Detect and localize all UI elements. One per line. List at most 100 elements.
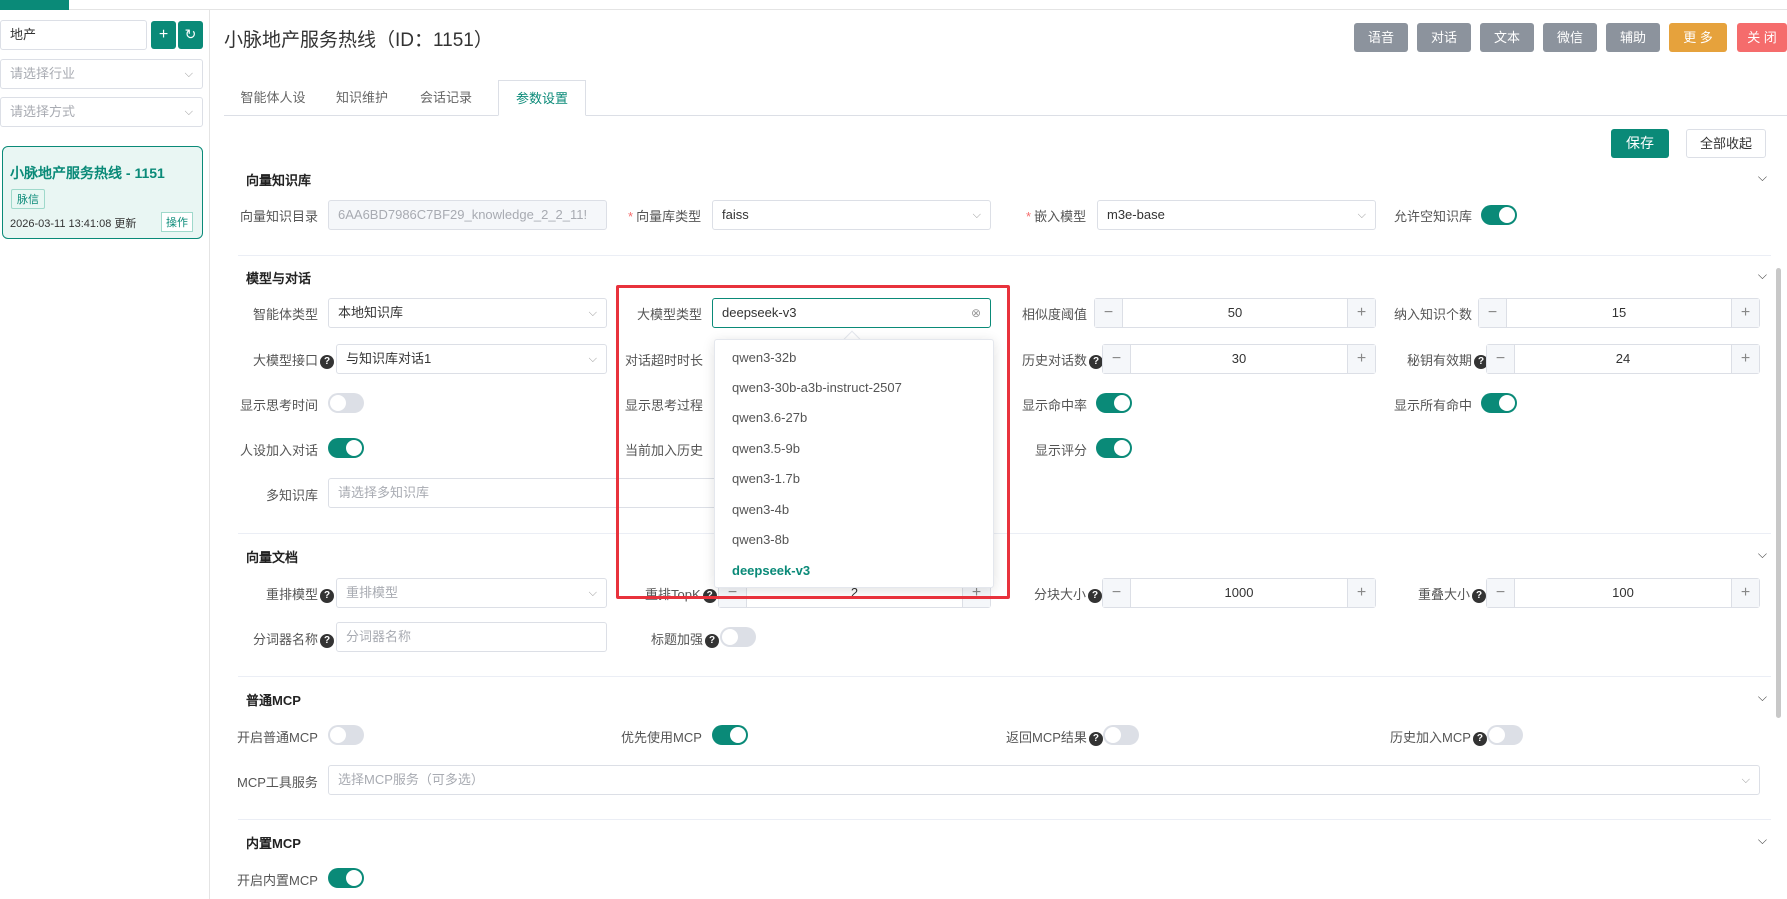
minus-icon[interactable]: − xyxy=(1487,579,1515,607)
plus-icon[interactable]: + xyxy=(1347,345,1375,373)
help-icon[interactable]: ? xyxy=(320,354,335,369)
chevron-down-icon: ⌵ xyxy=(1357,209,1366,221)
chevron-down-icon[interactable]: ⌵ xyxy=(1758,268,1767,283)
minus-icon[interactable]: − xyxy=(1103,579,1131,607)
show-all-hit-switch[interactable] xyxy=(1481,393,1517,413)
section-model-title: 模型与对话 xyxy=(246,271,312,286)
chat-button[interactable]: 对话 xyxy=(1417,23,1471,52)
agent-updated-time: 2026-03-11 13:41:08 更新 xyxy=(10,218,137,230)
embed-model-value: m3e-base xyxy=(1107,207,1165,222)
overlap-size-stepper[interactable]: −100 + xyxy=(1486,578,1760,608)
help-icon[interactable]: ? xyxy=(1472,731,1487,746)
title-boost-switch[interactable] xyxy=(720,627,756,647)
history-count-value[interactable]: 30 xyxy=(1131,345,1347,373)
return-mcp-switch[interactable] xyxy=(1103,725,1139,745)
history-mcp-switch[interactable] xyxy=(1487,725,1523,745)
agent-card[interactable]: 小脉地产服务热线 - 1151 脉信 2026-03-11 13:41:08 更… xyxy=(2,146,203,239)
text-button[interactable]: 文本 xyxy=(1480,23,1534,52)
help-icon[interactable]: ? xyxy=(1088,588,1103,603)
show-hit-switch[interactable] xyxy=(1096,393,1132,413)
embed-model-select[interactable]: m3e-base ⌵ xyxy=(1097,200,1376,230)
save-button[interactable]: 保存 xyxy=(1611,129,1669,158)
kb-count-stepper[interactable]: −15 + xyxy=(1478,298,1760,328)
tab-knowledge[interactable]: 知识维护 xyxy=(322,80,402,116)
history-count-stepper[interactable]: −30 + xyxy=(1102,344,1376,374)
voice-button[interactable]: 语音 xyxy=(1354,23,1408,52)
similarity-stepper[interactable]: −50 + xyxy=(1094,298,1376,328)
agent-op-button[interactable]: 操作 xyxy=(161,212,193,232)
show-think-time-switch[interactable] xyxy=(328,393,364,413)
prefer-mcp-label: 优先使用MCP xyxy=(621,730,702,745)
chevron-down-icon: ⌵ xyxy=(972,209,981,221)
plus-icon[interactable]: + xyxy=(1347,579,1375,607)
agent-type-select[interactable]: 本地知识库 ⌵ xyxy=(328,298,607,328)
tokenizer-label-text: 分词器名称 xyxy=(253,632,319,647)
persona-switch[interactable] xyxy=(328,438,364,458)
kb-count-value[interactable]: 15 xyxy=(1507,299,1731,327)
prefer-mcp-switch[interactable] xyxy=(712,725,748,745)
vector-type-select[interactable]: faiss ⌵ xyxy=(712,200,991,230)
plus-icon[interactable]: + xyxy=(1347,299,1375,327)
tab-settings[interactable]: 参数设置 xyxy=(498,80,586,116)
help-icon[interactable]: ? xyxy=(705,633,720,648)
enable-builtin-mcp-switch[interactable] xyxy=(328,868,364,888)
rerank-model-select[interactable]: 重排模型 ⌵ xyxy=(336,578,607,608)
mcp-tools-select[interactable]: 选择MCP服务（可多选） ⌵ xyxy=(328,765,1760,795)
secret-ttl-stepper[interactable]: −24 + xyxy=(1486,344,1760,374)
refresh-button[interactable]: ↻ xyxy=(178,21,203,49)
history-mcp-label: 历史加入MCP? xyxy=(1390,727,1487,746)
help-icon[interactable]: ? xyxy=(1472,588,1487,603)
minus-icon[interactable]: − xyxy=(1487,345,1515,373)
minus-icon[interactable]: − xyxy=(1095,299,1123,327)
llm-api-select[interactable]: 与知识库对话1 ⌵ xyxy=(336,344,607,374)
industry-select[interactable]: 请选择行业 ⌵ xyxy=(0,59,203,89)
assist-button[interactable]: 辅助 xyxy=(1606,23,1660,52)
agent-card-title: 小脉地产服务热线 - 1151 xyxy=(10,165,165,181)
highlight-box xyxy=(616,285,1010,599)
similarity-label: 相似度阈值 xyxy=(1022,307,1088,322)
overlap-size-label-text: 重叠大小 xyxy=(1418,587,1471,602)
minus-icon[interactable]: − xyxy=(1103,345,1131,373)
secret-ttl-value[interactable]: 24 xyxy=(1515,345,1731,373)
tab-persona[interactable]: 智能体人设 xyxy=(224,80,322,116)
help-icon[interactable]: ? xyxy=(320,588,335,603)
show-score-switch[interactable] xyxy=(1096,438,1132,458)
rerank-model-label-text: 重排模型 xyxy=(266,587,319,602)
tab-sessions[interactable]: 会话记录 xyxy=(402,80,490,116)
collapse-all-button[interactable]: 全部收起 xyxy=(1686,129,1766,158)
similarity-value[interactable]: 50 xyxy=(1123,299,1347,327)
chevron-down-icon[interactable]: ⌵ xyxy=(1758,690,1767,705)
show-think-time-label: 显示思考时间 xyxy=(240,398,319,413)
enable-mcp-switch[interactable] xyxy=(328,725,364,745)
section-mcp-title: 普通MCP xyxy=(246,693,301,708)
help-icon[interactable]: ? xyxy=(320,633,335,648)
help-icon[interactable]: ? xyxy=(1089,354,1104,369)
wechat-button[interactable]: 微信 xyxy=(1543,23,1597,52)
allow-empty-label: 允许空知识库 xyxy=(1394,209,1473,224)
allow-empty-switch[interactable] xyxy=(1481,205,1517,225)
section-builtin-mcp-title: 内置MCP xyxy=(246,836,301,851)
minus-icon[interactable]: − xyxy=(1479,299,1507,327)
more-button[interactable]: 更 多 xyxy=(1669,23,1727,52)
plus-icon[interactable]: + xyxy=(1731,579,1759,607)
chevron-down-icon[interactable]: ⌵ xyxy=(1758,547,1767,562)
help-icon[interactable]: ? xyxy=(1088,731,1103,746)
chunk-size-stepper[interactable]: −1000 + xyxy=(1102,578,1376,608)
chevron-down-icon[interactable]: ⌵ xyxy=(1758,833,1767,848)
search-input[interactable]: 地产 xyxy=(0,20,147,50)
top-strip xyxy=(0,0,1787,10)
overlap-size-value[interactable]: 100 xyxy=(1515,579,1731,607)
chunk-size-value[interactable]: 1000 xyxy=(1131,579,1347,607)
scrollbar[interactable] xyxy=(1776,268,1781,718)
plus-icon[interactable]: + xyxy=(1731,345,1759,373)
tokenizer-input[interactable]: 分词器名称 xyxy=(336,622,607,652)
vector-type-label: * 向量库类型 xyxy=(628,209,702,224)
plus-icon[interactable]: + xyxy=(1731,299,1759,327)
show-score-label: 显示评分 xyxy=(1035,443,1088,458)
close-button[interactable]: 关 闭 xyxy=(1737,23,1787,52)
show-hit-label: 显示命中率 xyxy=(1022,398,1088,413)
chevron-down-icon[interactable]: ⌵ xyxy=(1758,170,1767,185)
add-button[interactable]: + xyxy=(151,21,176,49)
method-select[interactable]: 请选择方式 ⌵ xyxy=(0,97,203,127)
return-mcp-label: 返回MCP结果? xyxy=(1006,727,1103,746)
